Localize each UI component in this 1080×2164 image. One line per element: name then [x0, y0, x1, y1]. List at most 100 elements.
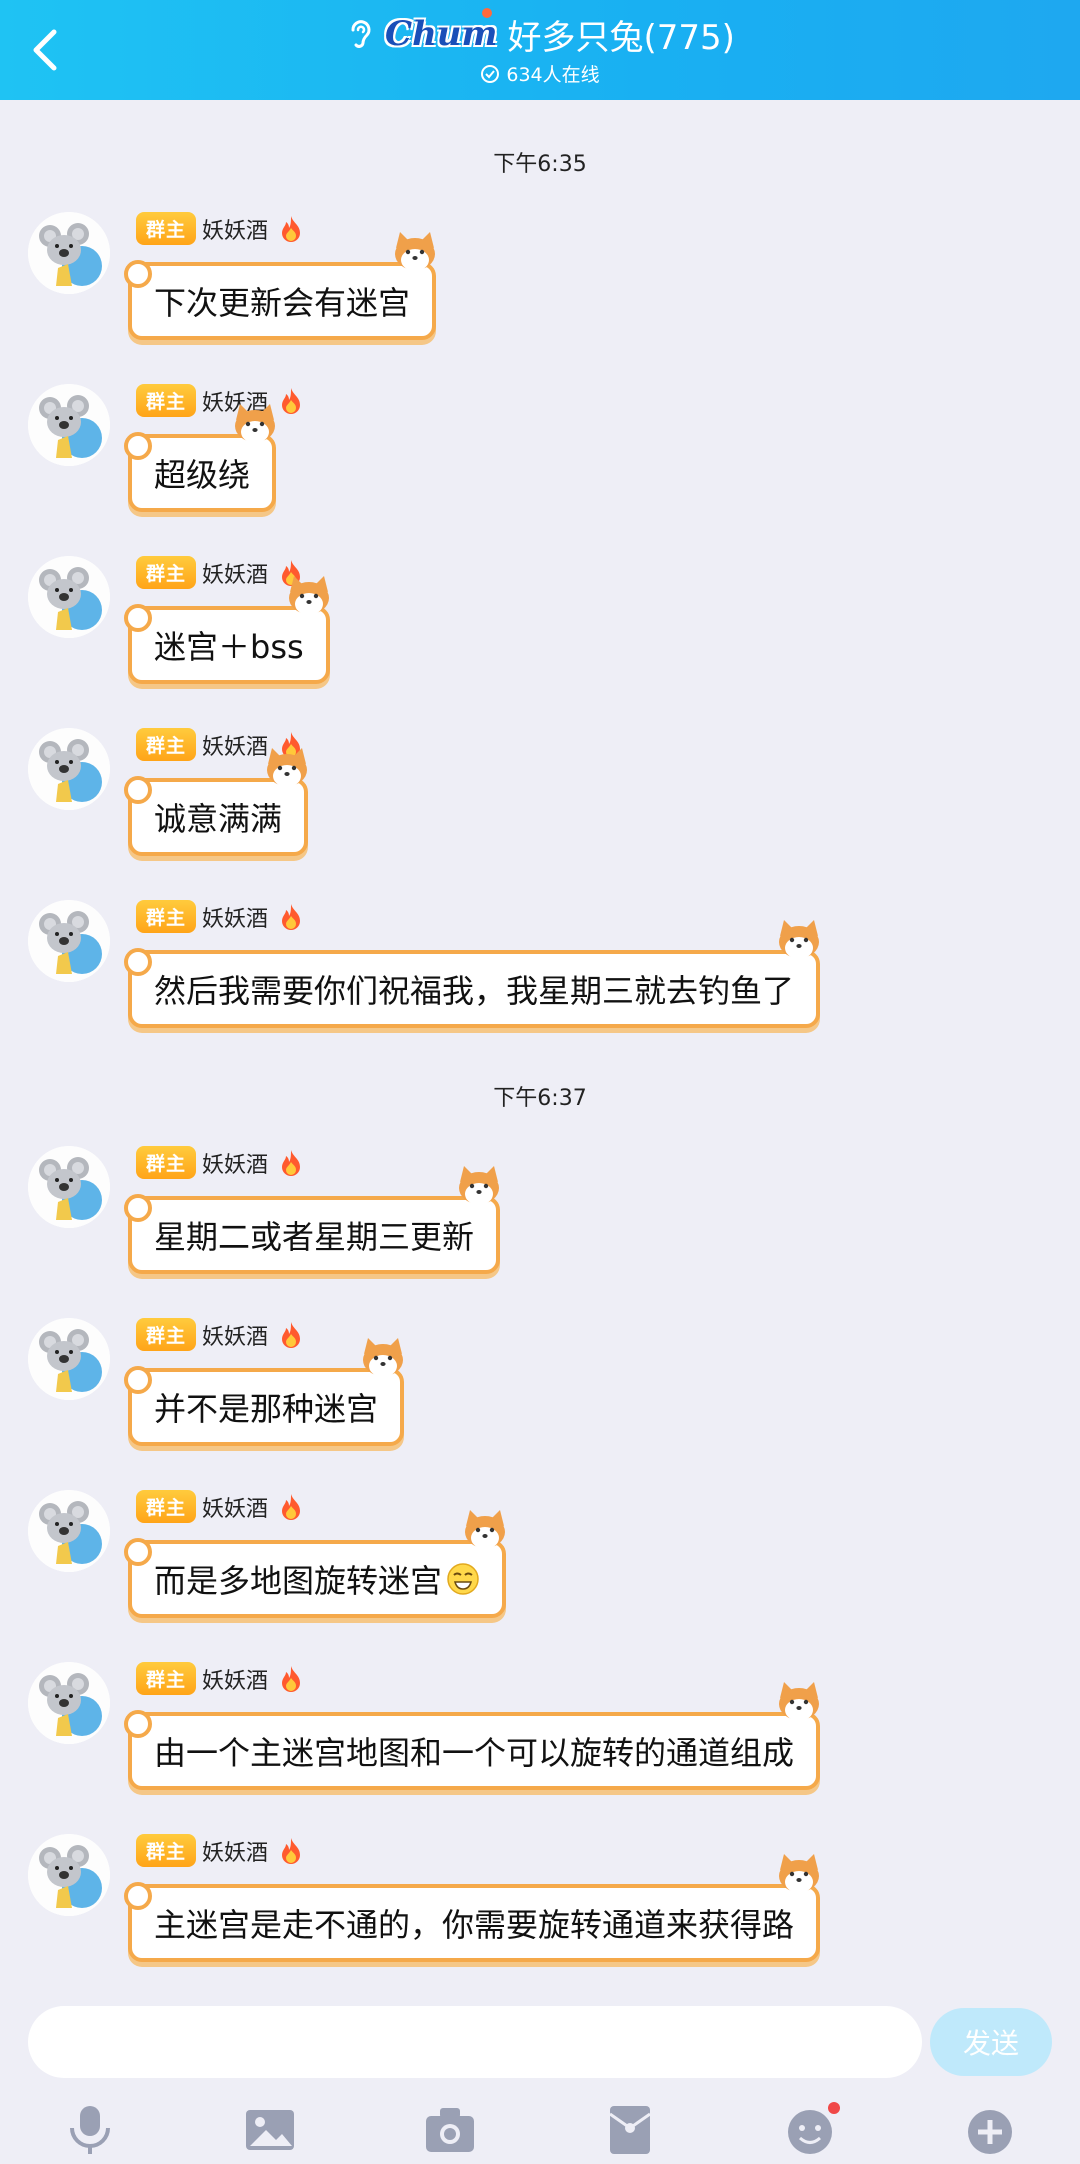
fire-icon	[278, 1148, 304, 1178]
message-text: 主迷宫是走不通的，你需要旋转通道来获得路	[154, 1906, 795, 1944]
ear-icon	[351, 20, 371, 48]
message-text: 而是多地图旋转迷宫	[154, 1562, 443, 1600]
fire-icon	[278, 902, 304, 932]
sender-row: 群主 妖妖酒	[136, 212, 304, 245]
title-block[interactable]: Chum 好多只兔(775) 634人在线	[0, 8, 1080, 87]
message-bubble[interactable]: 下次更新会有迷宫	[123, 232, 437, 340]
microphone-icon[interactable]	[60, 2100, 120, 2160]
online-count: 634人在线	[506, 64, 600, 86]
chat-message: 群主 妖妖酒 主迷宫是走不通的，你需要旋转通道来获得路	[0, 1834, 1080, 2004]
message-text: 迷宫＋bss	[154, 628, 304, 666]
sender-name[interactable]: 妖妖酒	[202, 1147, 268, 1179]
sender-name[interactable]: 妖妖酒	[202, 1835, 268, 1867]
brand-logo: Chum	[383, 8, 499, 54]
avatar[interactable]	[28, 1662, 110, 1744]
owner-badge: 群主	[136, 900, 197, 933]
sender-name[interactable]: 妖妖酒	[202, 729, 268, 761]
message-input[interactable]	[28, 2006, 922, 2078]
notification-dot	[828, 2102, 840, 2114]
owner-badge: 群主	[136, 1146, 197, 1179]
sender-name[interactable]: 妖妖酒	[202, 901, 268, 933]
message-bubble[interactable]: 主迷宫是走不通的，你需要旋转通道来获得路	[123, 1854, 821, 1962]
online-check-icon	[481, 64, 500, 83]
group-title: 好多只兔(775)	[507, 17, 735, 58]
sender-row: 群主 妖妖酒	[136, 1662, 304, 1695]
owner-badge: 群主	[136, 1490, 197, 1523]
message-bubble[interactable]: 然后我需要你们祝福我，我星期三就去钓鱼了	[123, 920, 821, 1028]
message-bubble[interactable]: 诚意满满	[123, 748, 309, 856]
red-packet-icon[interactable]	[600, 2100, 660, 2160]
avatar[interactable]	[28, 900, 110, 982]
sender-row: 群主 妖妖酒	[136, 1318, 304, 1351]
message-text: 然后我需要你们祝福我，我星期三就去钓鱼了	[154, 972, 795, 1010]
corgi-icon	[356, 1336, 410, 1380]
chat-message: 群主 妖妖酒 诚意满满	[0, 728, 1080, 898]
sender-row: 群主 妖妖酒	[136, 900, 304, 933]
sender-row: 群主 妖妖酒	[136, 1490, 304, 1523]
corgi-icon	[772, 918, 826, 962]
fire-icon	[278, 1492, 304, 1522]
timestamp: 下午6:37	[493, 1086, 587, 1111]
camera-icon[interactable]	[420, 2100, 480, 2160]
fire-icon	[278, 1320, 304, 1350]
chat-message: 群主 妖妖酒 而是多地图旋转迷宫	[0, 1490, 1080, 1660]
sender-name[interactable]: 妖妖酒	[202, 557, 268, 589]
corgi-icon	[260, 746, 314, 790]
sender-name[interactable]: 妖妖酒	[202, 213, 268, 245]
fire-icon	[278, 214, 304, 244]
chat-message: 群主 妖妖酒 由一个主迷宫地图和一个可以旋转的通道组成	[0, 1662, 1080, 1832]
owner-badge: 群主	[136, 728, 197, 761]
sender-row: 群主 妖妖酒	[136, 1146, 304, 1179]
message-bubble[interactable]: 星期二或者星期三更新	[123, 1166, 501, 1274]
plus-icon[interactable]	[960, 2100, 1020, 2160]
avatar[interactable]	[28, 728, 110, 810]
avatar[interactable]	[28, 556, 110, 638]
message-bubble[interactable]: 迷宫＋bss	[124, 576, 330, 684]
sender-row: 群主 妖妖酒	[136, 556, 304, 589]
chat-message: 群主 妖妖酒 迷宫＋bss	[0, 556, 1080, 726]
avatar[interactable]	[28, 1318, 110, 1400]
avatar[interactable]	[28, 1834, 110, 1916]
message-text: 超级绕	[154, 456, 251, 494]
avatar[interactable]	[28, 384, 110, 466]
message-text: 星期二或者星期三更新	[154, 1218, 475, 1256]
fire-icon	[278, 1836, 304, 1866]
corgi-icon	[772, 1852, 826, 1896]
message-bubble[interactable]: 超级绕	[123, 404, 277, 512]
chat-message: 群主 妖妖酒 超级绕	[0, 384, 1080, 554]
grin-emoji-icon	[446, 1562, 480, 1596]
corgi-icon	[282, 574, 336, 618]
message-text: 诚意满满	[154, 800, 283, 838]
sender-name[interactable]: 妖妖酒	[202, 1491, 268, 1523]
fire-icon	[278, 1664, 304, 1694]
send-button[interactable]: 发送	[930, 2008, 1052, 2076]
timestamp: 下午6:35	[493, 152, 587, 177]
emoji-icon[interactable]	[780, 2100, 840, 2160]
owner-badge: 群主	[136, 1662, 197, 1695]
sender-name[interactable]: 妖妖酒	[202, 1663, 268, 1695]
message-bubble[interactable]: 由一个主迷宫地图和一个可以旋转的通道组成	[123, 1682, 821, 1790]
sender-row: 群主 妖妖酒	[136, 1834, 304, 1867]
corgi-icon	[388, 230, 442, 274]
owner-badge: 群主	[136, 556, 197, 589]
message-bubble[interactable]: 并不是那种迷宫	[123, 1338, 405, 1446]
owner-badge: 群主	[136, 384, 197, 417]
avatar[interactable]	[28, 212, 110, 294]
chat-message: 群主 妖妖酒 星期二或者星期三更新	[0, 1146, 1080, 1316]
sender-name[interactable]: 妖妖酒	[202, 1319, 268, 1351]
chat-message: 群主 妖妖酒 然后我需要你们祝福我，我星期三就去钓鱼了	[0, 900, 1080, 1070]
toolbar	[0, 2100, 1080, 2160]
corgi-icon	[772, 1680, 826, 1724]
message-text: 并不是那种迷宫	[154, 1390, 379, 1428]
corgi-icon	[228, 402, 282, 446]
corgi-icon	[458, 1508, 512, 1552]
corgi-icon	[452, 1164, 506, 1208]
avatar[interactable]	[28, 1490, 110, 1572]
chat-message: 群主 妖妖酒 并不是那种迷宫	[0, 1318, 1080, 1488]
avatar[interactable]	[28, 1146, 110, 1228]
image-icon[interactable]	[240, 2100, 300, 2160]
owner-badge: 群主	[136, 1834, 197, 1867]
owner-badge: 群主	[136, 1318, 197, 1351]
input-bar: 发送	[0, 1990, 1080, 2160]
message-bubble[interactable]: 而是多地图旋转迷宫	[123, 1510, 507, 1618]
